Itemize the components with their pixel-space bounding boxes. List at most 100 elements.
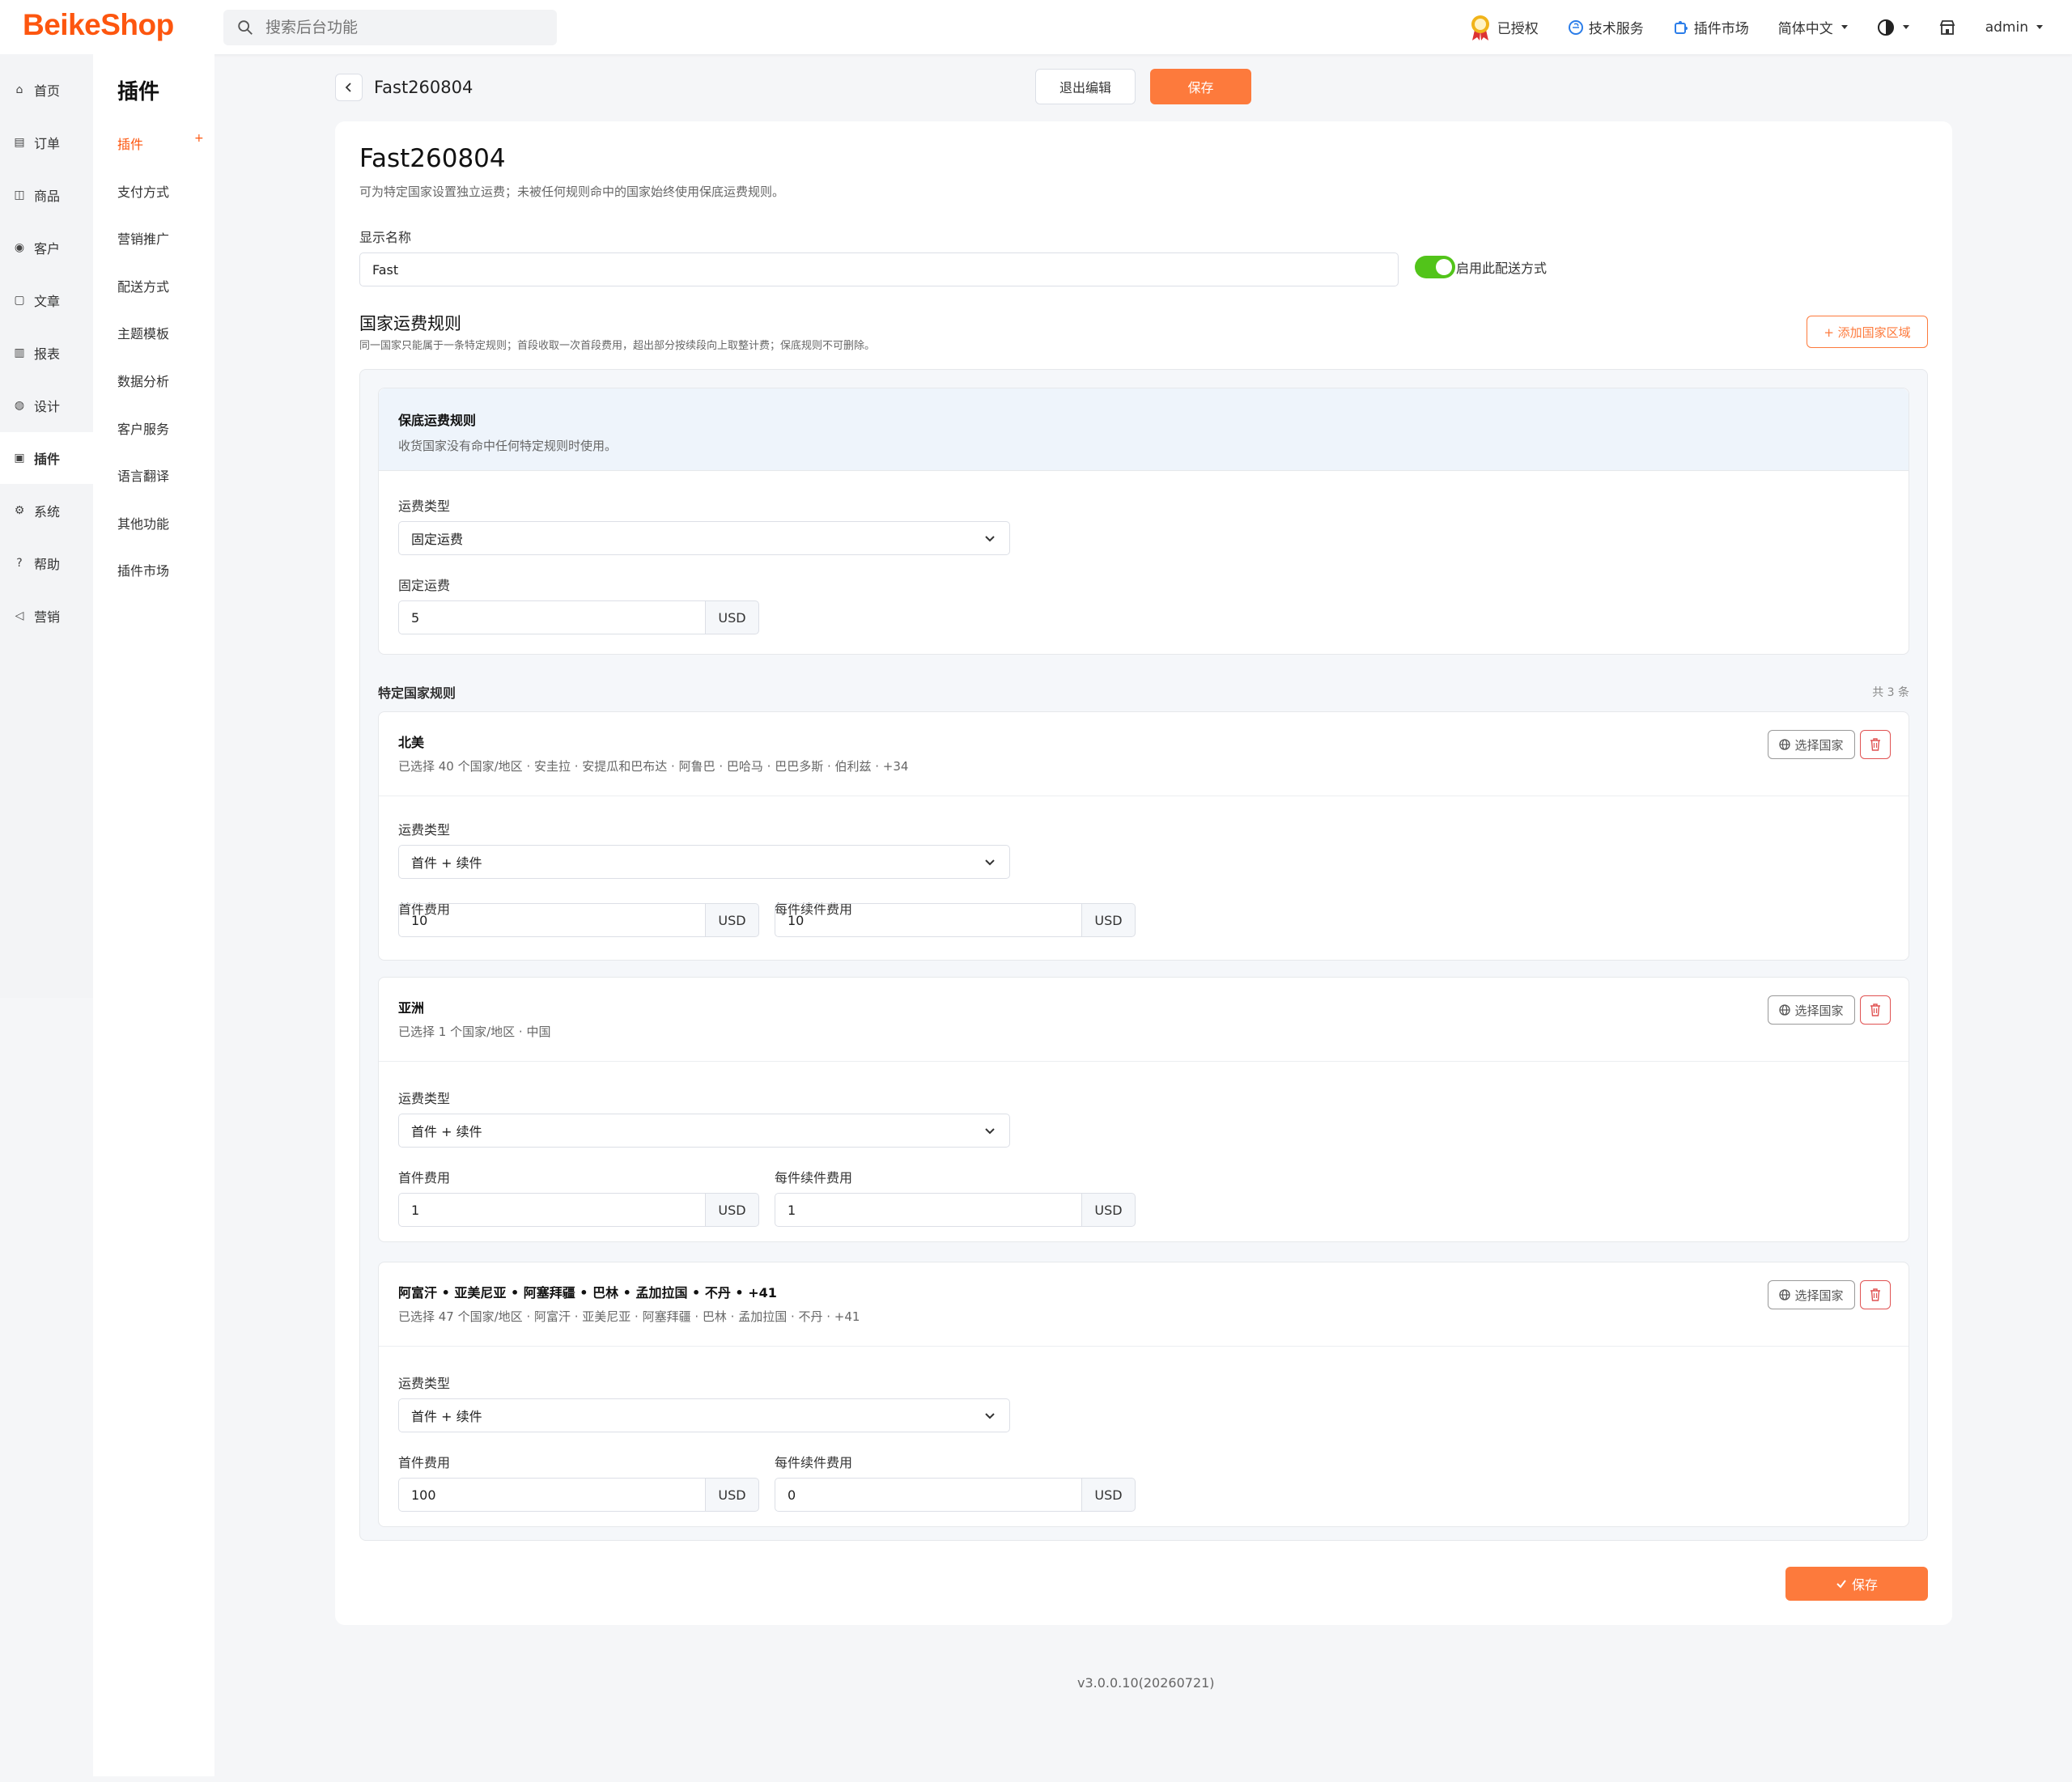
logo[interactable]: BeikeShop <box>23 8 174 42</box>
rule-divider <box>379 1061 1909 1062</box>
chevron-down-icon <box>1902 25 1909 29</box>
subnav-item[interactable]: 语言翻译 <box>117 465 169 485</box>
select-country-label: 选择国家 <box>1794 1003 1844 1018</box>
search-box[interactable] <box>223 10 557 45</box>
sidebar-item-orders[interactable]: ▤ 订单 <box>0 117 93 168</box>
sidebar-item-help[interactable]: ? 帮助 <box>0 537 93 589</box>
fallback-rule-title: 保底运费规则 <box>398 413 477 428</box>
select-country-button[interactable]: 选择国家 <box>1768 995 1855 1025</box>
first-fee-input-group: 1 USD <box>398 1193 759 1227</box>
display-name-label: 显示名称 <box>359 230 412 245</box>
select-country-button[interactable]: 选择国家 <box>1768 730 1855 759</box>
subnav-item[interactable]: 主题模板 <box>117 323 169 342</box>
exit-edit-button[interactable]: 退出编辑 <box>1035 69 1136 104</box>
main-card: Fast260804 可为特定国家设置独立运费；未被任何规则命中的国家始终使用保… <box>335 121 1952 1625</box>
subnav-item[interactable]: 客户服务 <box>117 418 169 438</box>
gear-icon: ⚙ <box>14 504 25 517</box>
fee-type-value: 首件 + 续件 <box>411 855 482 871</box>
extra-fee-input[interactable]: 0 <box>775 1478 1082 1512</box>
tech-service-link[interactable]: 技术服务 <box>1568 17 1644 37</box>
fixed-fee-input[interactable]: 5 <box>398 600 706 634</box>
back-button[interactable] <box>335 74 363 101</box>
first-fee-input[interactable]: 10 <box>398 903 706 937</box>
fee-type-label: 运费类型 <box>398 1376 451 1391</box>
award-icon <box>1471 15 1489 40</box>
licensed-badge[interactable]: 已授权 <box>1468 14 1539 41</box>
bottom-save-button[interactable]: 保存 <box>1785 1567 1928 1601</box>
puzzle-icon <box>1674 20 1688 34</box>
currency-unit: USD <box>706 1478 759 1512</box>
sidebar-item-label: 客户 <box>34 241 61 257</box>
fee-type-select[interactable]: 固定运费 <box>398 521 1010 555</box>
first-fee-input-group: 10 USD <box>398 903 759 937</box>
subnav-item[interactable]: 数据分析 <box>117 371 169 390</box>
subnav-item[interactable]: 营销推广 <box>117 228 169 248</box>
plugin-market-link[interactable]: 插件市场 <box>1673 17 1749 37</box>
delete-rule-button[interactable] <box>1860 730 1891 759</box>
enable-toggle[interactable] <box>1415 256 1455 278</box>
language-label: 简体中文 <box>1777 21 1833 37</box>
fee-type-select[interactable]: 首件 + 续件 <box>398 845 1010 879</box>
sidebar-item-label: 订单 <box>34 136 61 151</box>
home-icon: ⌂ <box>15 83 23 96</box>
fee-type-select[interactable]: 首件 + 续件 <box>398 1114 1010 1148</box>
fee-type-value: 固定运费 <box>411 532 464 547</box>
extra-fee-input[interactable]: 10 <box>775 903 1082 937</box>
language-dropdown[interactable]: 简体中文 <box>1778 17 1848 37</box>
subnav-item[interactable]: 配送方式 <box>117 276 169 295</box>
fee-type-select[interactable]: 首件 + 续件 <box>398 1398 1010 1432</box>
chevron-down-icon <box>985 536 995 542</box>
first-fee-input[interactable]: 1 <box>398 1193 706 1227</box>
sidebar-item-label: 商品 <box>34 189 61 204</box>
save-button[interactable]: 保存 <box>1150 69 1251 104</box>
rule-name: 亚洲 <box>398 1000 425 1016</box>
globe-icon <box>1779 1004 1791 1016</box>
search-input[interactable] <box>265 19 541 36</box>
plugin-icon: ▣ <box>14 452 25 465</box>
store-icon <box>1939 19 1955 35</box>
search-icon <box>238 20 253 35</box>
subnav-item[interactable]: 支付方式 <box>117 181 169 201</box>
subnav-item[interactable]: 插件市场 <box>117 560 169 579</box>
palette-icon: ◍ <box>14 399 25 412</box>
first-fee-value: 10 <box>411 912 428 928</box>
select-country-button[interactable]: 选择国家 <box>1768 1280 1855 1309</box>
sidebar-item-customers[interactable]: ◉ 客户 <box>0 222 93 274</box>
subnav-item[interactable]: 插件 <box>117 134 143 153</box>
sidebar-item-marketing[interactable]: ◁ 营销 <box>0 590 93 642</box>
sidebar-item-label: 设计 <box>34 399 61 414</box>
form-description: 可为特定国家设置独立运费；未被任何规则命中的国家始终使用保底运费规则。 <box>359 185 785 199</box>
display-name-input[interactable]: Fast <box>359 252 1399 286</box>
extra-fee-value: 0 <box>788 1487 796 1503</box>
currency-unit: USD <box>706 903 759 937</box>
sidebar-item-design[interactable]: ◍ 设计 <box>0 380 93 431</box>
subnav-item[interactable]: 其他功能 <box>117 513 169 532</box>
sidebar-item-system[interactable]: ⚙ 系统 <box>0 485 93 537</box>
sidebar-item-products[interactable]: ◫ 商品 <box>0 169 93 221</box>
rules-description: 同一国家只能属于一条特定规则；首段收取一次首段费用，超出部分按续段向上取整计费；… <box>359 340 876 352</box>
sidebar-item-plugins[interactable]: ▣ 插件 <box>0 432 93 484</box>
store-link[interactable] <box>1938 19 1956 36</box>
first-fee-label: 首件费用 <box>398 1455 451 1470</box>
extra-fee-value: 1 <box>788 1202 796 1218</box>
extra-fee-input[interactable]: 1 <box>775 1193 1082 1227</box>
sidebar-item-home[interactable]: ⌂ 首页 <box>0 64 93 116</box>
sidebar-item-label: 系统 <box>34 504 61 520</box>
user-menu[interactable]: admin <box>1985 19 2043 36</box>
theme-toggle[interactable] <box>1877 19 1909 36</box>
sidebar-item-articles[interactable]: ▢ 文章 <box>0 274 93 326</box>
sidebar-item-reports[interactable]: ▥ 报表 <box>0 327 93 379</box>
trash-icon <box>1870 1288 1880 1301</box>
first-fee-input[interactable]: 100 <box>398 1478 706 1512</box>
fallback-rule-header <box>379 388 1909 471</box>
rule-countries: 已选择 40 个国家/地区 · 安圭拉 · 安提瓜和巴布达 · 阿鲁巴 · 巴哈… <box>398 759 909 774</box>
delete-rule-button[interactable] <box>1860 1280 1891 1309</box>
rule-name: 北美 <box>398 735 425 750</box>
bottom-save-label: 保存 <box>1851 1577 1878 1593</box>
top-bar: BeikeShop 已授权 技术服务 插件市场 简体中文 admin <box>0 0 2072 54</box>
select-country-label: 选择国家 <box>1794 1288 1844 1303</box>
fixed-fee-input-group: 5 USD <box>398 600 759 634</box>
delete-rule-button[interactable] <box>1860 995 1891 1025</box>
active-indicator-icon: + <box>194 132 204 145</box>
add-region-button[interactable]: + 添加国家区域 <box>1807 316 1928 348</box>
